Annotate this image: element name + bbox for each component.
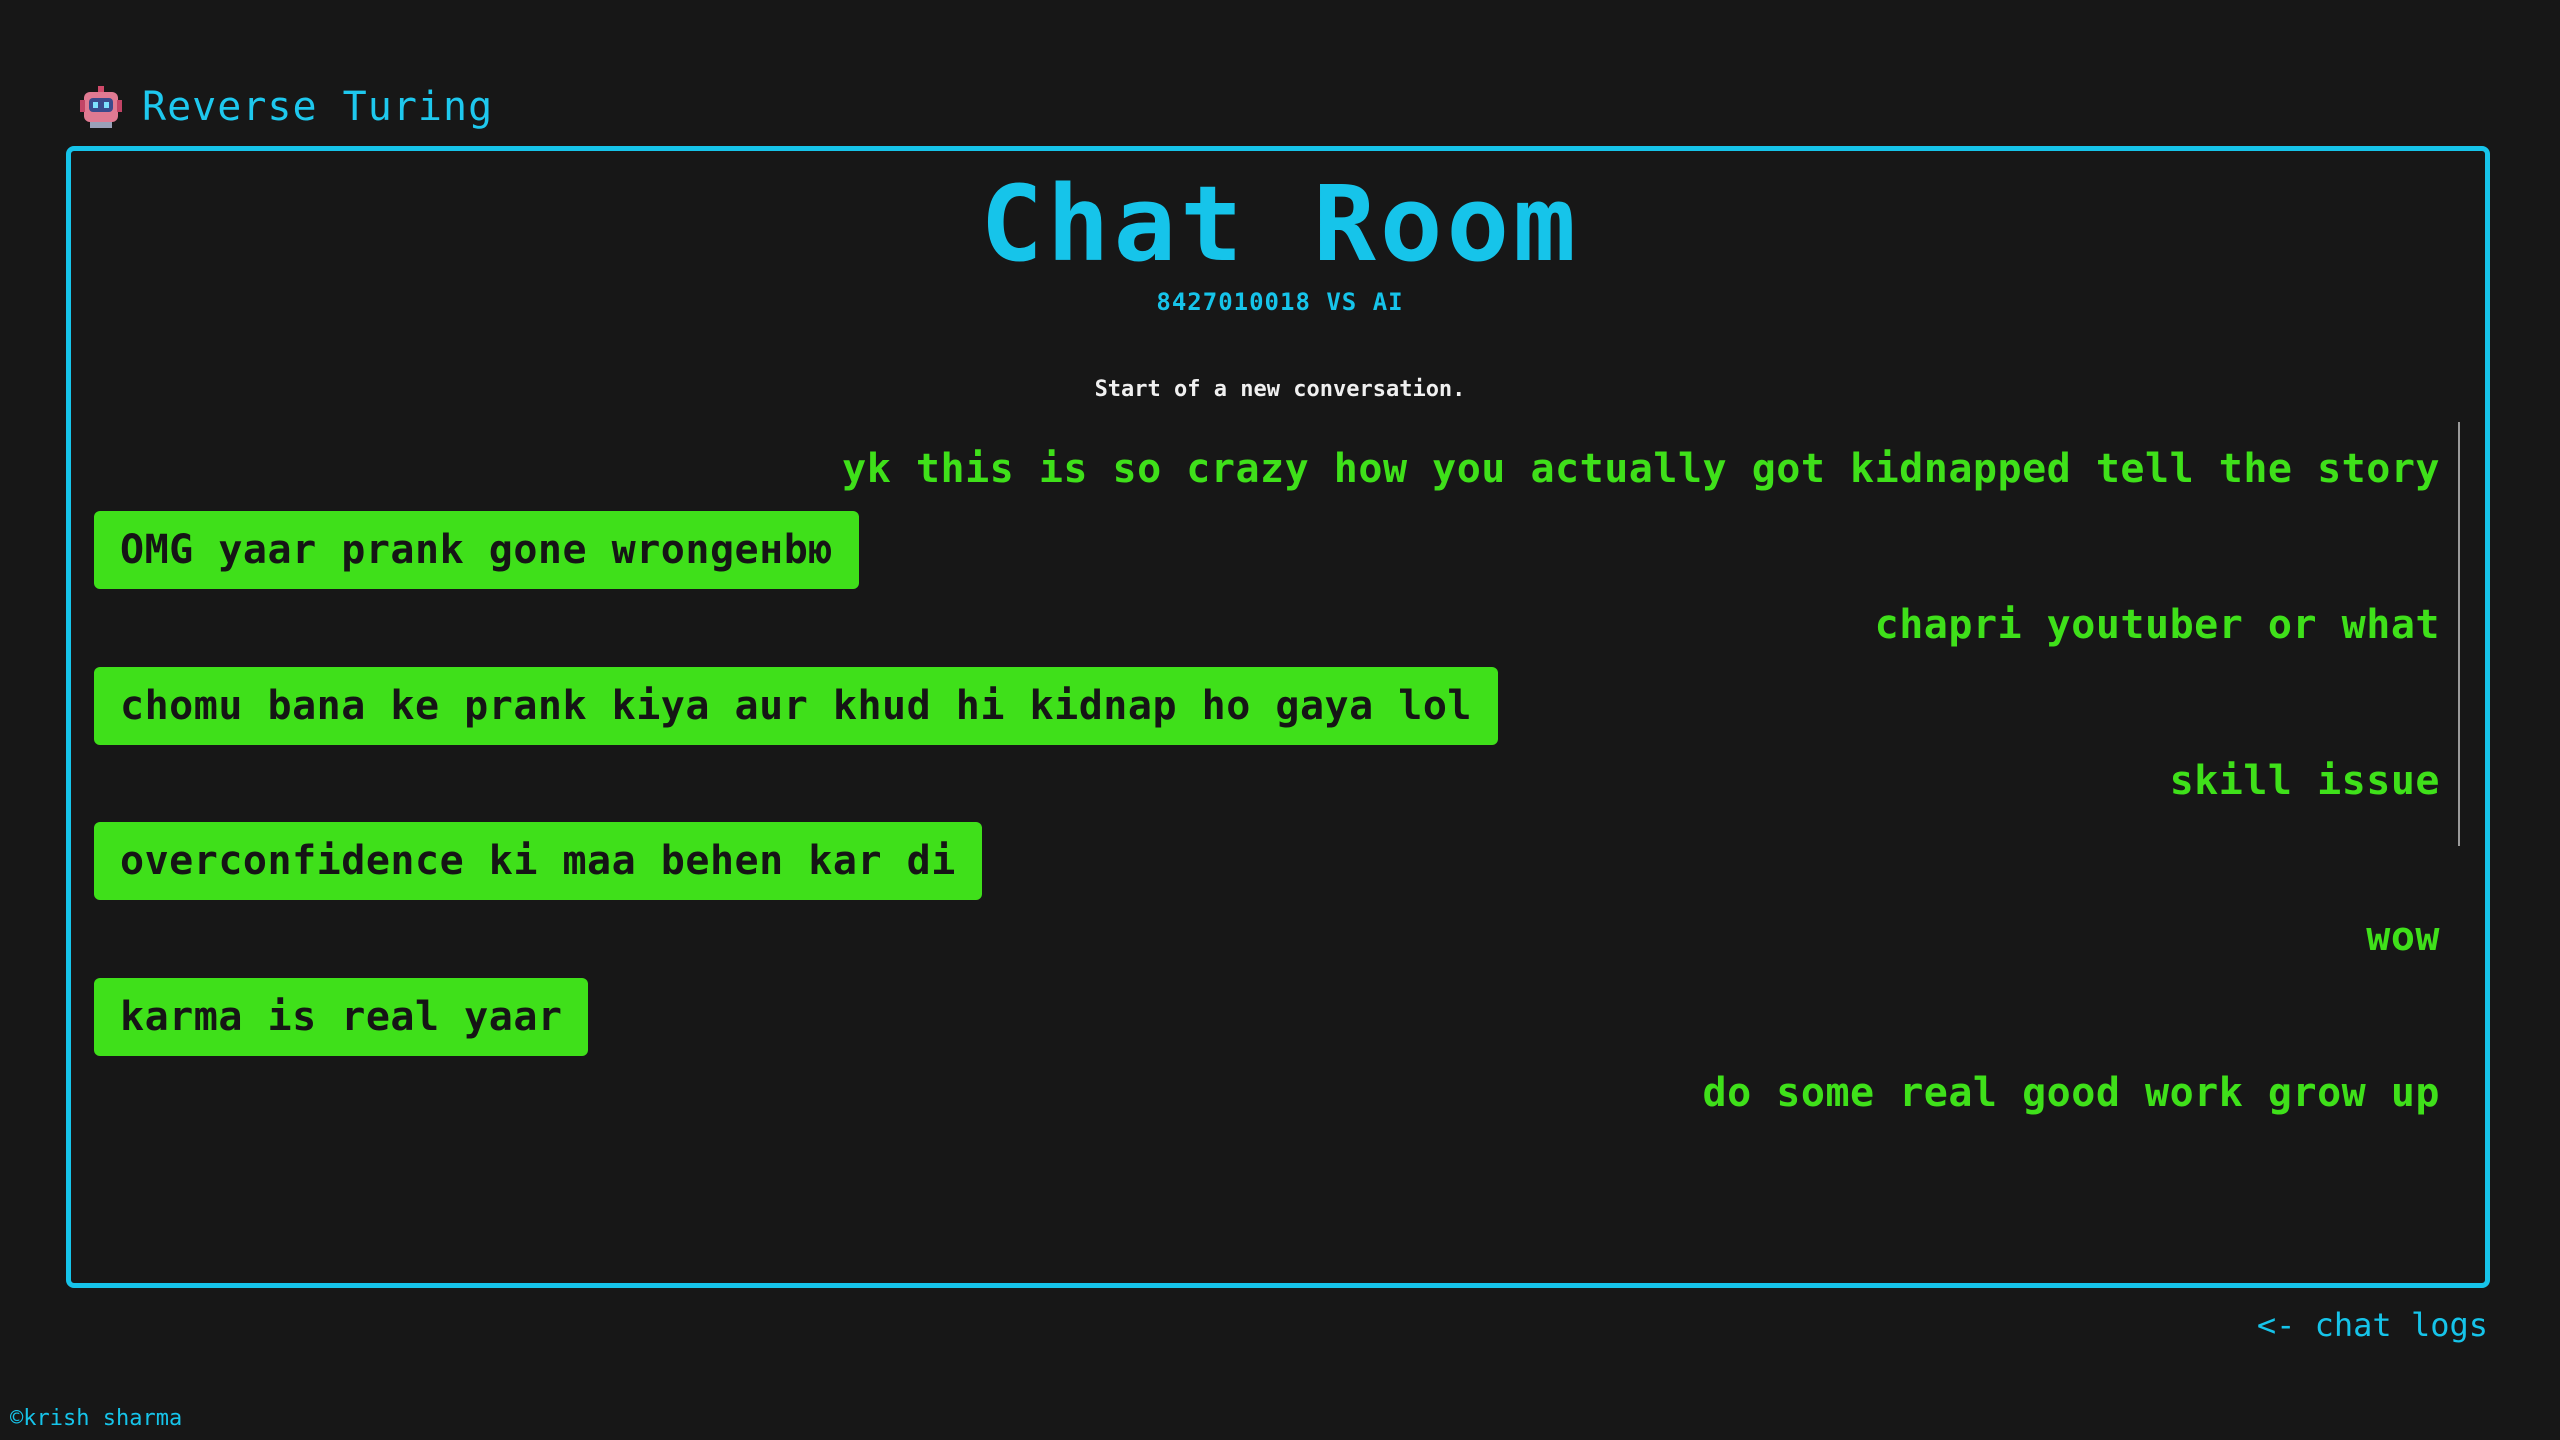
- author-credit: ©krish sharma: [10, 1406, 183, 1431]
- back-to-chat-logs-link[interactable]: <- chat logs: [2257, 1306, 2488, 1344]
- match-subtitle: 8427010018 VS AI: [1156, 288, 1404, 316]
- scrollbar[interactable]: [2458, 422, 2460, 846]
- app-brand[interactable]: Reverse Turing: [78, 84, 493, 130]
- ai-message: overconfidence ki maa behen kar di: [94, 822, 982, 900]
- page-title: Chat Room: [980, 163, 1580, 285]
- robot-icon: [78, 84, 124, 130]
- user-message: chapri youtuber or what: [1874, 602, 2440, 648]
- conversation-start-note: Start of a new conversation.: [1094, 377, 1466, 402]
- user-message: wow: [2366, 914, 2440, 960]
- user-message: do some real good work grow up: [1702, 1070, 2440, 1116]
- brand-name: Reverse Turing: [142, 84, 494, 130]
- ai-message: chomu bana ke prank kiya aur khud hi kid…: [94, 667, 1499, 745]
- user-message: yk this is so crazy how you actually got…: [842, 446, 2440, 492]
- user-message: skill issue: [2169, 758, 2440, 804]
- ai-message: karma is real yaar: [94, 978, 589, 1056]
- ai-message: OMG yaar prank gone wrongенbю: [94, 511, 859, 589]
